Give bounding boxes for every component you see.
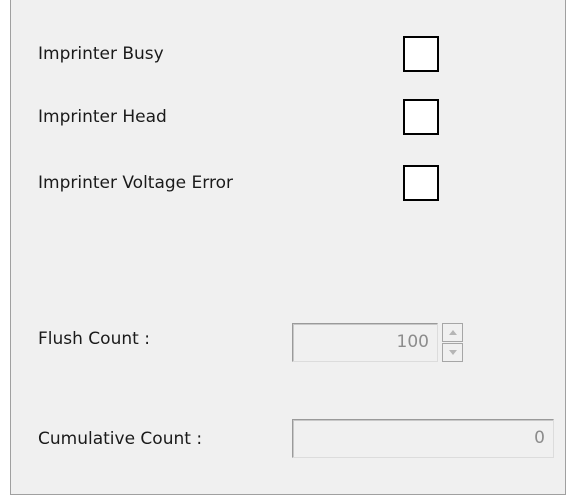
- flush-count-decrement-button[interactable]: [442, 343, 463, 362]
- imprinter-head-label: Imprinter Head: [38, 107, 167, 127]
- imprinter-busy-indicator: [403, 36, 439, 72]
- imprinter-status-panel: Imprinter Busy Imprinter Head Imprinter …: [10, 0, 566, 495]
- imprinter-voltage-error-label: Imprinter Voltage Error: [38, 173, 233, 193]
- flush-count-input[interactable]: 100: [292, 323, 438, 362]
- arrow-down-icon: [448, 350, 457, 355]
- cumulative-count-input[interactable]: 0: [292, 419, 554, 458]
- imprinter-voltage-error-indicator: [403, 165, 439, 201]
- imprinter-busy-label: Imprinter Busy: [38, 44, 164, 64]
- flush-count-label: Flush Count :: [38, 329, 150, 349]
- flush-count-increment-button[interactable]: [442, 323, 463, 342]
- imprinter-head-indicator: [403, 99, 439, 135]
- arrow-up-icon: [448, 330, 457, 335]
- cumulative-count-label: Cumulative Count :: [38, 429, 203, 449]
